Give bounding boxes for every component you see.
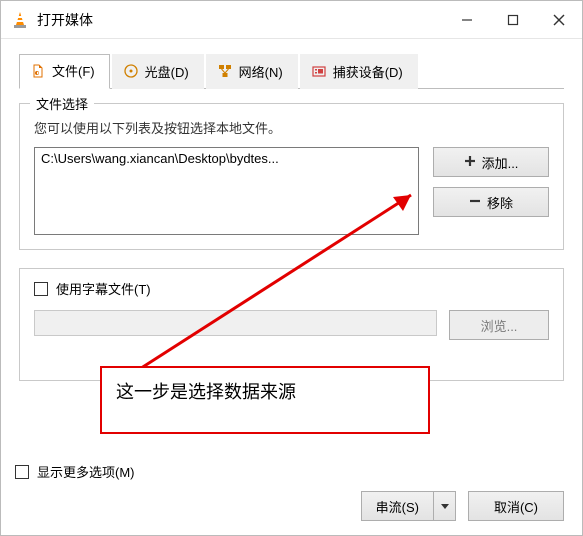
subtitle-checkbox-label: 使用字幕文件(T)	[56, 279, 151, 298]
open-media-dialog: 打开媒体 文件(F) 光盘(D) 网络(N)	[0, 0, 583, 536]
subtitle-checkbox[interactable]	[34, 282, 48, 296]
tab-disc[interactable]: 光盘(D)	[112, 54, 204, 89]
cancel-button[interactable]: 取消(C)	[468, 491, 564, 521]
browse-button: 浏览...	[449, 310, 549, 340]
add-button[interactable]: 添加...	[433, 147, 549, 177]
network-icon	[217, 63, 233, 79]
add-button-label: 添加...	[482, 153, 519, 172]
tab-network[interactable]: 网络(N)	[206, 54, 298, 89]
tab-capture-label: 捕获设备(D)	[333, 62, 403, 81]
disc-icon	[123, 63, 139, 79]
tab-bar: 文件(F) 光盘(D) 网络(N) 捕获设备(D)	[19, 53, 564, 89]
stream-dropdown-arrow[interactable]	[434, 491, 456, 521]
tab-capture[interactable]: 捕获设备(D)	[300, 54, 418, 89]
plus-icon	[464, 155, 476, 170]
titlebar: 打开媒体	[1, 1, 582, 39]
minus-icon	[469, 195, 481, 210]
more-options-row: 显示更多选项(M)	[15, 462, 135, 481]
maximize-button[interactable]	[490, 5, 536, 35]
file-list[interactable]: C:\Users\wang.xiancan\Desktop\bydtes...	[34, 147, 419, 235]
window-title: 打开媒体	[37, 10, 444, 30]
dialog-footer: 串流(S) 取消(C)	[361, 491, 564, 521]
remove-button-label: 移除	[487, 193, 513, 212]
close-button[interactable]	[536, 5, 582, 35]
tab-file[interactable]: 文件(F)	[19, 54, 110, 89]
minimize-button[interactable]	[444, 5, 490, 35]
vlc-icon	[11, 11, 29, 29]
remove-button[interactable]: 移除	[433, 187, 549, 217]
tab-disc-label: 光盘(D)	[145, 62, 189, 81]
subtitle-path-input	[34, 310, 437, 336]
file-selection-group: 文件选择 您可以使用以下列表及按钮选择本地文件。 C:\Users\wang.x…	[19, 103, 564, 250]
cancel-button-label: 取消(C)	[494, 497, 538, 516]
file-selection-legend: 文件选择	[30, 94, 94, 113]
tab-network-label: 网络(N)	[239, 62, 283, 81]
capture-icon	[311, 63, 327, 79]
file-icon	[30, 63, 46, 79]
stream-split-button[interactable]: 串流(S)	[361, 491, 456, 521]
file-item[interactable]: C:\Users\wang.xiancan\Desktop\bydtes...	[39, 150, 414, 167]
file-selection-desc: 您可以使用以下列表及按钮选择本地文件。	[34, 118, 549, 137]
more-options-label: 显示更多选项(M)	[37, 462, 135, 481]
annotation-text: 这一步是选择数据来源	[116, 382, 296, 402]
browse-button-label: 浏览...	[481, 316, 518, 335]
more-options-checkbox[interactable]	[15, 465, 29, 479]
stream-button-label: 串流(S)	[376, 497, 419, 516]
subtitle-group: 使用字幕文件(T) 浏览... 这一步是选择数据来源	[19, 268, 564, 381]
tab-file-label: 文件(F)	[52, 61, 95, 80]
annotation-callout: 这一步是选择数据来源	[100, 366, 430, 434]
stream-button[interactable]: 串流(S)	[361, 491, 434, 521]
